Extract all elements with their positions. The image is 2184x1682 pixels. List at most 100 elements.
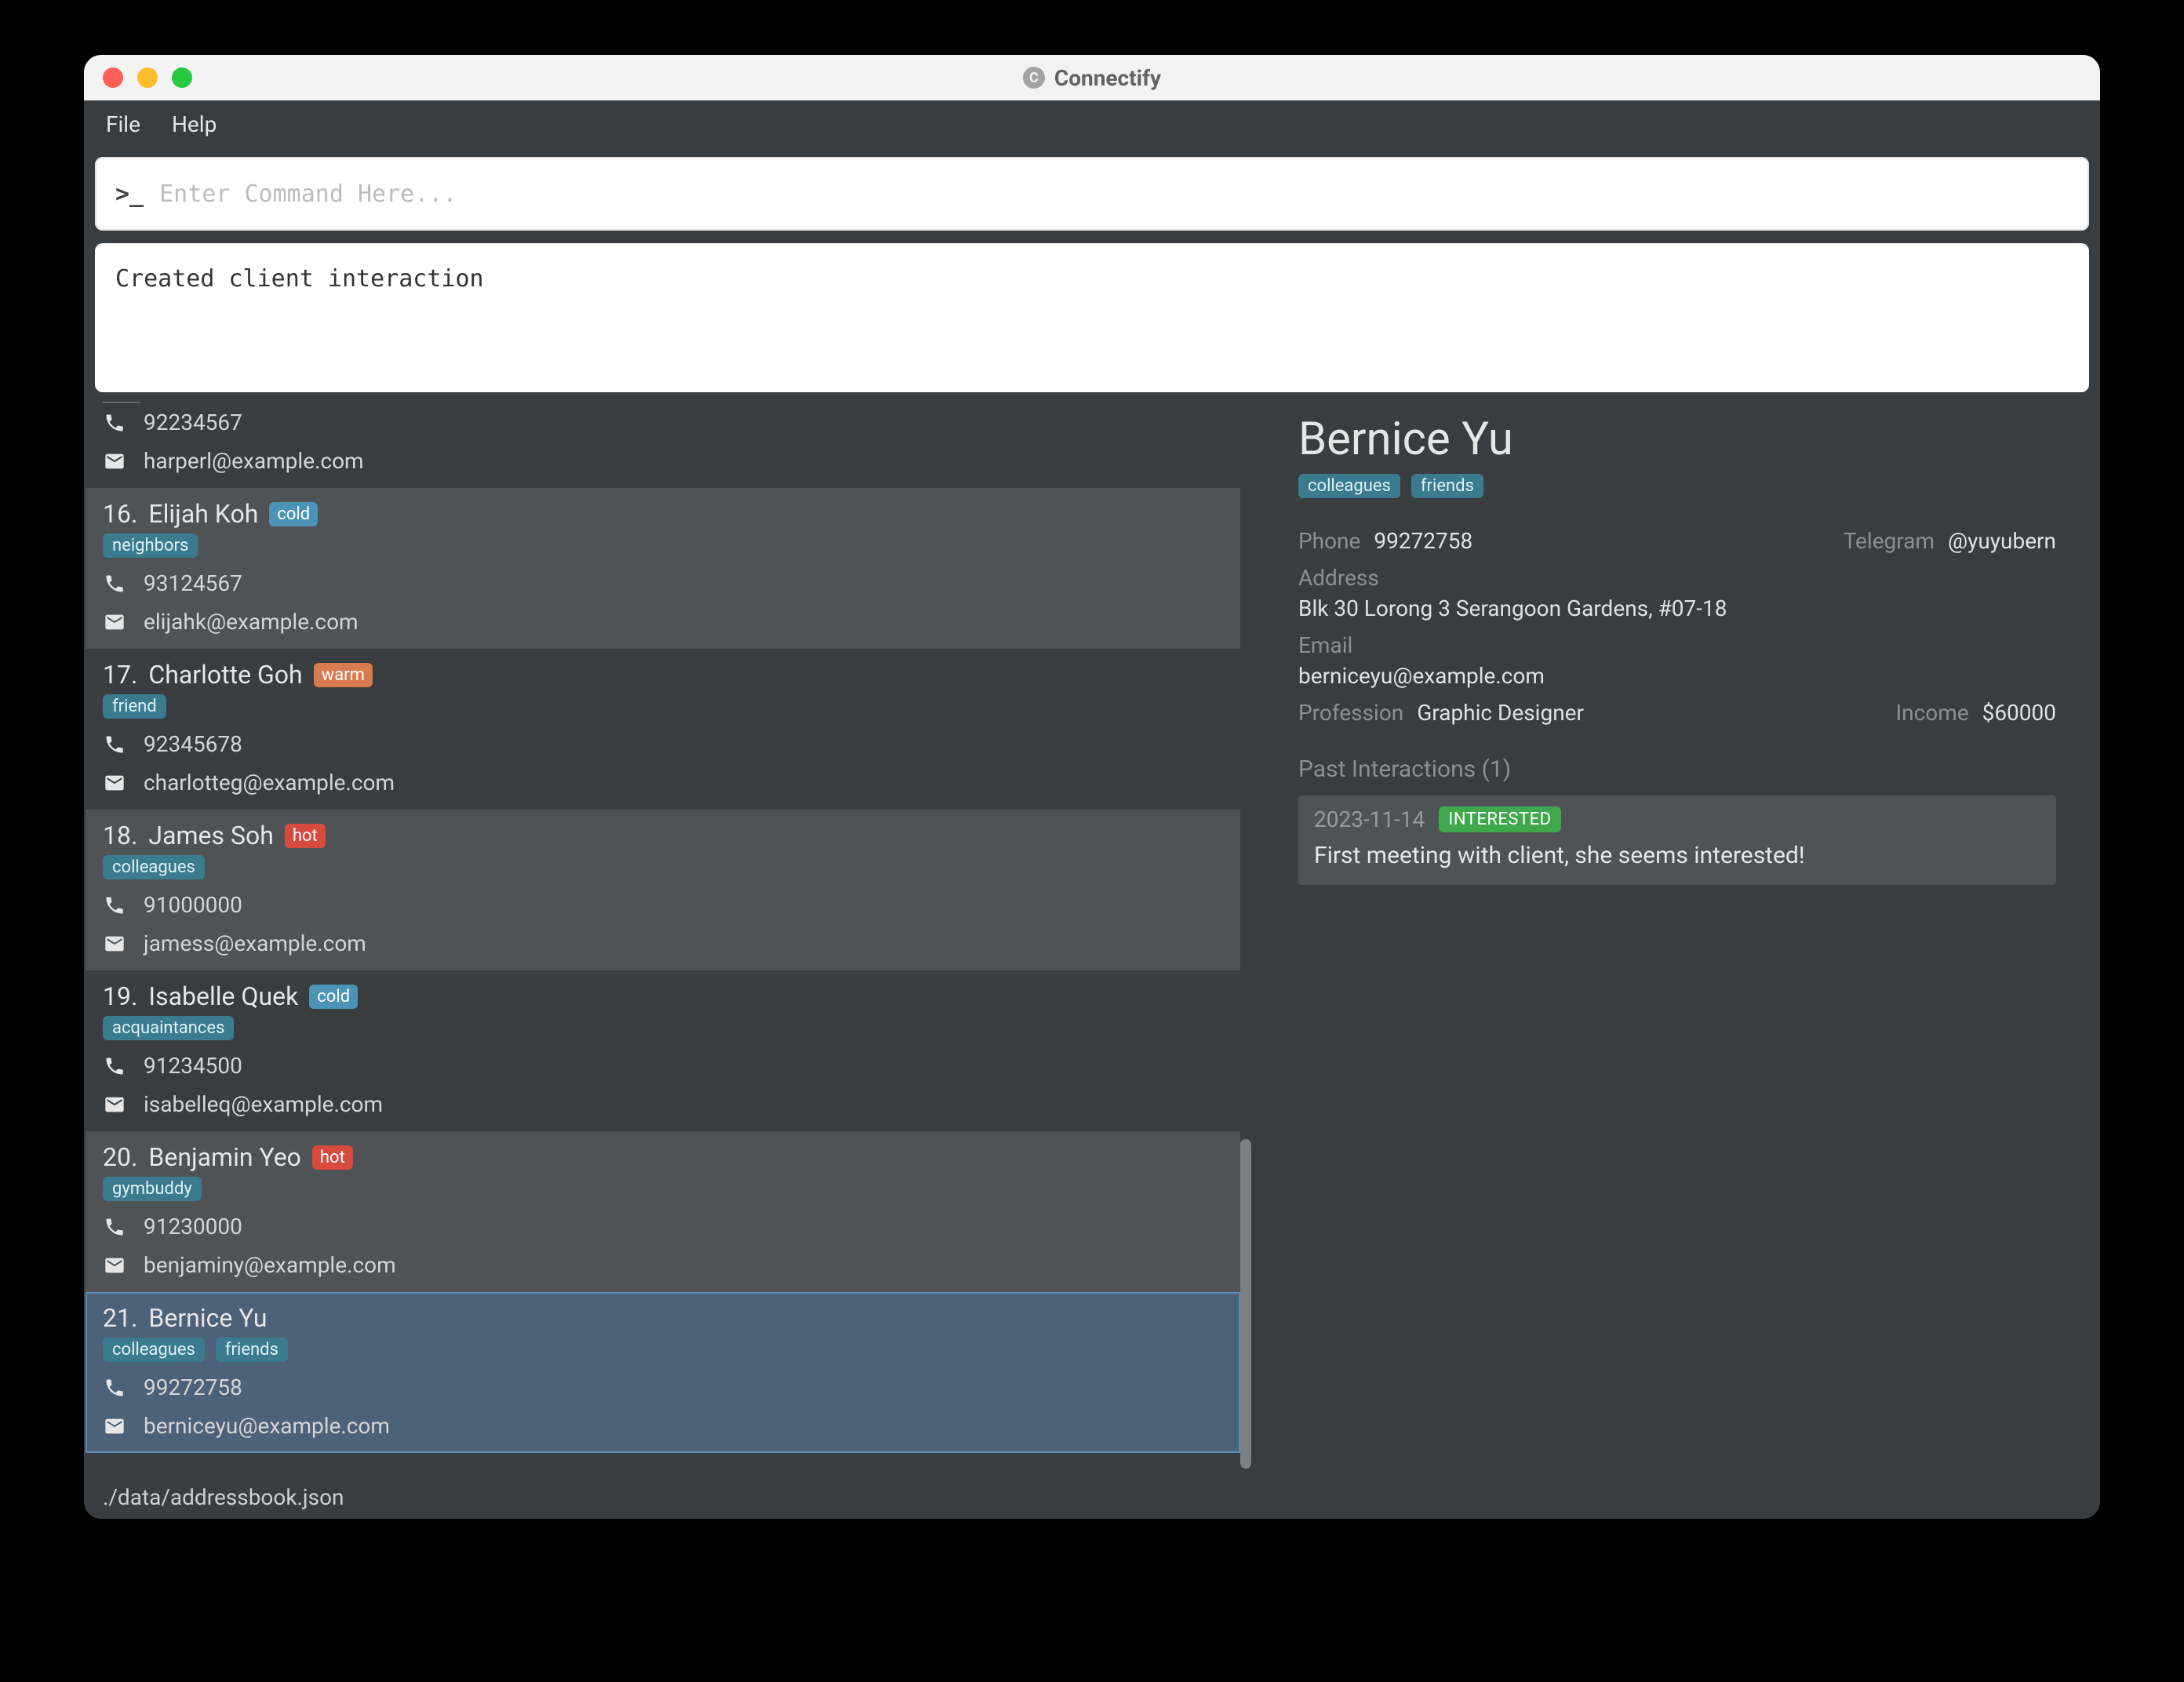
app-icon: C xyxy=(1023,67,1045,89)
window-title-text: Connectify xyxy=(1054,65,1161,91)
phone-text: 99272758 xyxy=(144,1374,242,1400)
email-text: elijahk@example.com xyxy=(144,609,359,635)
list-item[interactable]: 20.Benjamin Yeohotgymbuddy91230000benjam… xyxy=(86,1131,1240,1292)
phone-text: 92234567 xyxy=(144,410,242,435)
list-item[interactable]: 18.James Sohhotcolleagues91000000jamess@… xyxy=(86,810,1240,970)
phone-icon xyxy=(103,1376,126,1400)
email-row: berniceyu@example.com xyxy=(103,1413,1223,1439)
phone-text: 91000000 xyxy=(144,892,242,918)
past-interactions-header: Past Interactions (1) xyxy=(1298,755,2056,783)
list-item[interactable]: 16.Elijah Kohcold neighbors 93124567 elijah… xyxy=(86,488,1240,649)
person-name: Isabelle Quek xyxy=(148,981,298,1011)
mail-icon xyxy=(103,1093,126,1116)
detail-tags: colleagues friends xyxy=(1298,474,2056,498)
mail-icon xyxy=(103,932,126,956)
list-item[interactable]: 92234567 harperl@example.com xyxy=(86,402,1240,488)
phone-row: 99272758 xyxy=(103,1374,1223,1400)
phone-text: 91230000 xyxy=(144,1214,242,1240)
person-name: Benjamin Yeo xyxy=(148,1142,301,1172)
email-row: charlotteg@example.com xyxy=(103,770,1223,795)
detail-person-name: Bernice Yu xyxy=(1298,413,2056,466)
detail-address-field: Address Blk 30 Lorong 3 Serangoon Garden… xyxy=(1298,565,2056,621)
person-name: Bernice Yu xyxy=(148,1303,267,1333)
phone-row: 91234500 xyxy=(103,1053,1223,1079)
tag: colleagues xyxy=(1298,474,1400,498)
menu-help[interactable]: Help xyxy=(172,111,217,137)
email-row: elijahk@example.com xyxy=(103,609,1223,635)
email-label: Email xyxy=(1298,632,2056,658)
person-header: 18.James Sohhot xyxy=(103,821,1223,850)
phone-text: 93124567 xyxy=(144,570,242,596)
interaction-date: 2023-11-14 xyxy=(1314,806,1425,832)
detail-panel: Bernice Yu colleaguesfriends Phone 99272… xyxy=(1254,392,2100,1475)
detail-income-field: Income $60000 xyxy=(1693,700,2056,726)
interaction-note: First meeting with client, she seems int… xyxy=(1314,842,2040,869)
phone-row: 92234567 xyxy=(103,410,1223,435)
lead-badge: hot xyxy=(285,824,326,848)
person-index: 20. xyxy=(103,1142,137,1172)
phone-icon xyxy=(103,411,126,435)
list-item[interactable]: 21. Bernice Yu colleagues friends 99272758 be… xyxy=(86,1292,1240,1453)
tags-row: neighbors xyxy=(103,533,1223,558)
phone-row: 93124567 xyxy=(103,570,1223,596)
tag: gymbuddy xyxy=(103,1177,202,1201)
tags-row: colleagues xyxy=(103,855,1223,879)
detail-profession-field: Profession Graphic Designer xyxy=(1298,700,1662,726)
mail-icon xyxy=(103,1254,126,1277)
output-text: Created client interaction xyxy=(115,265,484,293)
command-input-wrap: >_ xyxy=(95,157,2089,231)
email-text: jamess@example.com xyxy=(144,930,366,956)
email-row: isabelleq@example.com xyxy=(103,1091,1223,1117)
people-list-panel: 92234567 harperl@example.com 16.Elijah Koh… xyxy=(84,392,1254,1475)
person-header: 21. Bernice Yu xyxy=(103,1303,1223,1333)
mail-icon xyxy=(103,610,126,634)
email-text: harperl@example.com xyxy=(144,448,364,474)
mail-icon xyxy=(103,1414,126,1438)
tags-row: friend xyxy=(103,694,1223,719)
phone-icon xyxy=(103,572,126,595)
email-text: berniceyu@example.com xyxy=(144,1413,390,1439)
window-minimize-button[interactable] xyxy=(137,67,158,88)
list-item[interactable]: 19.Isabelle Quekcoldacquaintances9123450… xyxy=(86,970,1240,1131)
window-close-button[interactable] xyxy=(103,67,123,88)
list-scrollthumb[interactable] xyxy=(1240,1139,1251,1469)
email-text: charlotteg@example.com xyxy=(144,770,395,795)
titlebar: C Connectify xyxy=(84,55,2100,100)
phone-text: 91234500 xyxy=(144,1053,242,1079)
window-maximize-button[interactable] xyxy=(172,67,192,88)
telegram-label: Telegram xyxy=(1844,528,1935,554)
tag: colleagues xyxy=(103,1338,205,1362)
statusbar: ./data/addressbook.json xyxy=(84,1475,2100,1519)
person-index: 21. xyxy=(103,1303,137,1333)
interactions-list: 2023-11-14INTERESTED First meeting with c… xyxy=(1298,795,2056,885)
detail-email-field: Email berniceyu@example.com xyxy=(1298,632,2056,689)
list-scrollbar[interactable] xyxy=(1240,402,1251,1465)
person-header: 20.Benjamin Yeohot xyxy=(103,1142,1223,1172)
lead-badge: warm xyxy=(314,663,373,687)
menu-file[interactable]: File xyxy=(106,111,140,137)
tags-row: gymbuddy xyxy=(103,1177,1223,1201)
person-index: 16. xyxy=(103,499,137,529)
people-list[interactable]: 92234567 harperl@example.com 16.Elijah Koh… xyxy=(86,402,1240,1465)
menubar: File Help xyxy=(84,100,2100,147)
tags-row: colleagues friends xyxy=(103,1338,1223,1362)
person-index: 17. xyxy=(103,660,137,690)
tag: friends xyxy=(216,1338,288,1362)
email-row: jamess@example.com xyxy=(103,930,1223,956)
person-header: 16.Elijah Kohcold xyxy=(103,499,1223,529)
tag: friends xyxy=(1411,474,1483,498)
phone-row: 91230000 xyxy=(103,1214,1223,1240)
mail-icon xyxy=(103,450,126,473)
interaction-meta: 2023-11-14INTERESTED xyxy=(1314,806,2040,832)
tags-row: acquaintances xyxy=(103,1016,1223,1040)
income-label: Income xyxy=(1896,700,1969,726)
address-value: Blk 30 Lorong 3 Serangoon Gardens, #07-1… xyxy=(1298,595,2056,621)
person-name: James Soh xyxy=(148,821,273,850)
phone-label: Phone xyxy=(1298,528,1360,554)
list-item[interactable]: 17.Charlotte Gohwarmfriend92345678charlo… xyxy=(86,649,1240,810)
command-input[interactable] xyxy=(159,180,2069,208)
lead-badge: cold xyxy=(269,502,318,526)
phone-row: 91000000 xyxy=(103,892,1223,918)
phone-icon xyxy=(103,894,126,917)
app-window: C Connectify File Help >_ Created client… xyxy=(84,55,2100,1519)
